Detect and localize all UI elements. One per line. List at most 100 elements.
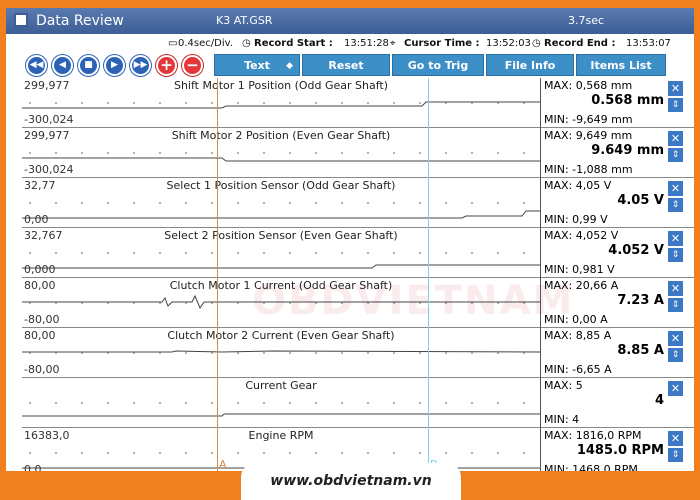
zoom-out-icon[interactable]: −	[182, 55, 203, 76]
fast-forward-icon[interactable]: ▶▶	[130, 55, 151, 76]
close-icon[interactable]: ✕	[668, 81, 683, 96]
channel-max: MAX: 8,85 A	[544, 329, 612, 342]
channel-current-value: 0.568 mm	[591, 93, 664, 108]
channel-stats: MAX: 1816,0 RPM 1485.0 RPM MIN: 1468,0 R…	[540, 428, 668, 471]
channel-current-value: 1485.0 RPM	[576, 443, 664, 458]
channel-min: MIN: -6,65 A	[544, 363, 612, 376]
toolbar: ◀◀ ◀ ■ ▶ ▶▶ + − Text ◆ Reset Min.Max Go …	[6, 52, 694, 94]
scale-min: -80,00	[24, 313, 60, 326]
play-icon[interactable]: ▶	[104, 55, 125, 76]
channel-min: MIN: 0,99 V	[544, 213, 608, 226]
scale-icon[interactable]: ⇕	[668, 198, 683, 212]
footer-banner: www.obdvietnam.vn	[241, 463, 461, 500]
record-end-label: Record End :	[544, 38, 616, 49]
reset-minmax-button[interactable]: Reset Min.Max	[302, 54, 390, 94]
close-icon[interactable]: ✕	[668, 181, 683, 196]
channel-min: MIN: 1468,0 RPM	[544, 463, 638, 471]
channel-max: MAX: 4,052 V	[544, 229, 619, 242]
display-mode-select[interactable]: Text ◆	[214, 54, 300, 76]
stop-icon[interactable]: ■	[78, 55, 99, 76]
cursor-icon: ⌖	[390, 38, 396, 49]
trace-line	[22, 210, 540, 219]
record-duration: 3.7sec	[568, 14, 605, 27]
file-info-button[interactable]: File Info	[486, 54, 574, 76]
channel-stats: MAX: 4,05 V 4.05 V MIN: 0,99 V	[540, 178, 668, 228]
channel-plot[interactable]: 32,767 0,000 Select 2 Position Sensor (E…	[22, 228, 540, 278]
close-icon[interactable]: ✕	[668, 281, 683, 296]
scale-min: -80,00	[24, 363, 60, 376]
channel-max: MAX: 20,66 A	[544, 279, 619, 292]
scale-icon[interactable]: ⇕	[668, 148, 683, 162]
info-bar: ▭ 0.4sec/Div. ◷ Record Start : 13:51:28 …	[6, 34, 694, 52]
close-icon[interactable]: ✕	[668, 431, 683, 446]
cursor-time-value: 13:52:03	[486, 38, 531, 49]
channel-plot[interactable]: 32,77 0,00 Select 1 Position Sensor (Odd…	[22, 178, 540, 228]
channel-name: Clutch Motor 1 Current (Odd Gear Shaft)	[169, 279, 393, 292]
channel-current-value: 7.23 A	[617, 293, 664, 308]
trace-line	[22, 350, 540, 353]
channel-name: Current Gear	[245, 379, 317, 392]
trace-line	[22, 294, 540, 310]
channel-max: MAX: 5	[544, 379, 583, 392]
channel-stats: MAX: 9,649 mm 9.649 mm MIN: -1,088 mm	[540, 128, 668, 178]
channel-stats: MAX: 4,052 V 4.052 V MIN: 0,981 V	[540, 228, 668, 278]
channel-row[interactable]: 32,77 0,00 Select 1 Position Sensor (Odd…	[22, 178, 694, 228]
trace-line	[22, 157, 540, 162]
select-chevron-icon: ◆	[286, 61, 293, 71]
trace-line	[22, 264, 540, 269]
channel-current-value: 4	[654, 393, 664, 408]
scale-icon[interactable]: ⇕	[668, 98, 683, 112]
close-icon[interactable]: ✕	[668, 231, 683, 246]
channel-row[interactable]: Current Gear MAX: 5 4 MIN: 4 ✕	[22, 378, 694, 428]
channel-min: MIN: -9,649 mm	[544, 113, 633, 126]
step-back-icon[interactable]: ◀	[52, 55, 73, 76]
zoom-in-icon[interactable]: +	[156, 55, 177, 76]
div-icon: ▭	[168, 38, 178, 49]
scale-icon[interactable]: ⇕	[668, 448, 683, 462]
clock-icon: ◷	[532, 38, 541, 49]
close-icon[interactable]: ✕	[668, 331, 683, 346]
rewind-icon[interactable]: ◀◀	[26, 55, 47, 76]
items-list-button[interactable]: Items List	[576, 54, 666, 76]
close-icon[interactable]: ✕	[668, 131, 683, 146]
clock-icon: ◷	[242, 38, 251, 49]
data-review-window: Data Review K3 AT.GSR 3.7sec ▭ 0.4sec/Di…	[6, 8, 694, 471]
channel-plot[interactable]: 299,977 -300,024 Shift Motor 1 Position …	[22, 78, 540, 128]
scale-min: 0,0	[24, 463, 42, 471]
channel-plot[interactable]: 80,00 -80,00 Clutch Motor 2 Current (Eve…	[22, 328, 540, 378]
channel-current-value: 8.85 A	[617, 343, 664, 358]
cursor-b-line[interactable]	[428, 78, 429, 471]
display-mode-value: Text	[244, 59, 270, 72]
scale-icon[interactable]: ⇕	[668, 248, 683, 262]
time-division: 0.4sec/Div.	[178, 38, 233, 49]
vehicle-name: K3 AT.GSR	[216, 14, 273, 27]
channel-max: MAX: 4,05 V	[544, 179, 612, 192]
scale-icon[interactable]: ⇕	[668, 348, 683, 362]
scale-icon[interactable]: ⇕	[668, 298, 683, 312]
trace-line	[22, 101, 540, 109]
channel-row[interactable]: 80,00 -80,00 Clutch Motor 1 Current (Odd…	[22, 278, 694, 328]
channel-plot[interactable]: Current Gear	[22, 378, 540, 428]
channel-current-value: 4.05 V	[617, 193, 664, 208]
channel-min: MIN: 0,00 A	[544, 313, 608, 326]
footer-url: www.obdvietnam.vn	[270, 473, 432, 489]
cursor-a-line[interactable]	[217, 78, 218, 471]
channel-name: Engine RPM	[248, 429, 314, 442]
channel-plot[interactable]: 299,977 -300,024 Shift Motor 2 Position …	[22, 128, 540, 178]
channel-min: MIN: -1,088 mm	[544, 163, 633, 176]
channel-row[interactable]: 80,00 -80,00 Clutch Motor 2 Current (Eve…	[22, 328, 694, 378]
channel-row[interactable]: 32,767 0,000 Select 2 Position Sensor (E…	[22, 228, 694, 278]
channel-row[interactable]: 299,977 -300,024 Shift Motor 1 Position …	[22, 78, 694, 128]
close-icon[interactable]: ✕	[668, 381, 683, 396]
window-icon	[14, 13, 28, 27]
channel-stats: MAX: 20,66 A 7.23 A MIN: 0,00 A	[540, 278, 668, 328]
scale-min: -300,024	[24, 163, 74, 176]
go-to-trig-button[interactable]: Go to Trig	[392, 54, 484, 76]
channel-name: Select 2 Position Sensor (Even Gear Shaf…	[164, 229, 398, 242]
channel-name: Clutch Motor 2 Current (Even Gear Shaft)	[167, 329, 395, 342]
window-title: Data Review	[36, 13, 124, 29]
channel-max: MAX: 9,649 mm	[544, 129, 633, 142]
channel-plot[interactable]: 80,00 -80,00 Clutch Motor 1 Current (Odd…	[22, 278, 540, 328]
channel-row[interactable]: 299,977 -300,024 Shift Motor 2 Position …	[22, 128, 694, 178]
scale-min: 0,00	[24, 213, 49, 226]
